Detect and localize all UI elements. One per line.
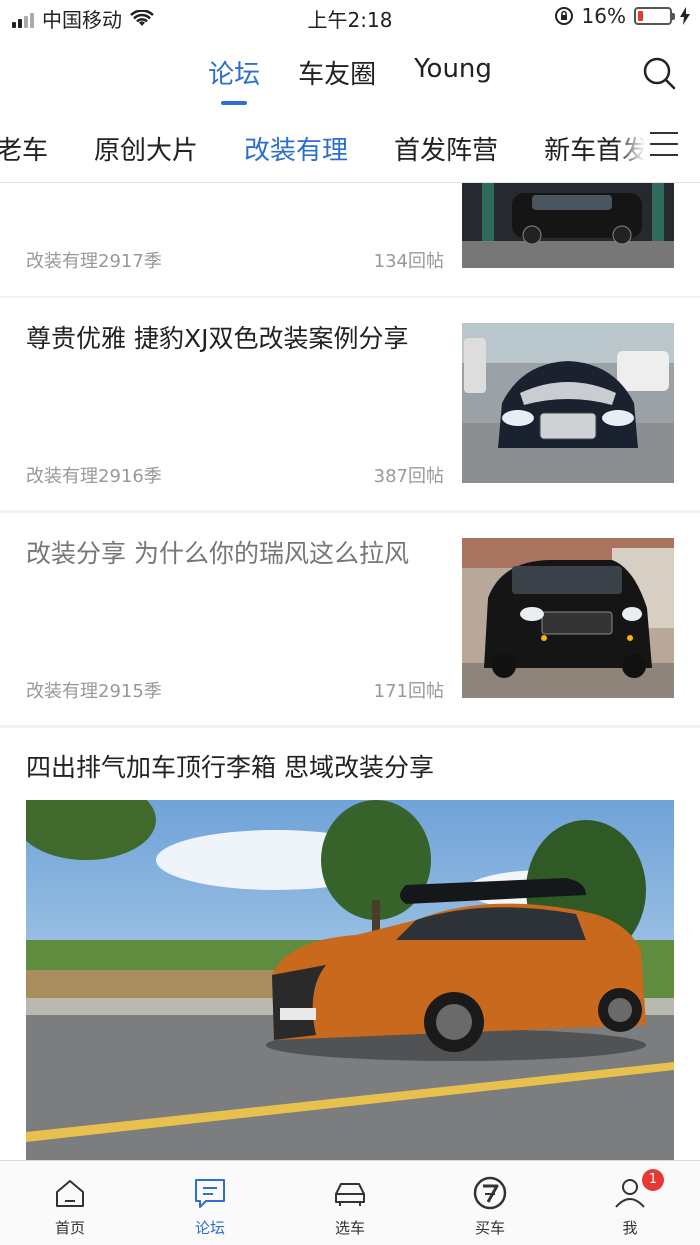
tab-home[interactable]: 首页 [0,1161,140,1245]
tab-car-select[interactable]: 选车 [280,1161,420,1245]
tab-label: 选车 [334,1219,365,1237]
tab-me[interactable]: 我 1 [560,1161,700,1245]
list-item[interactable]: 尊贵优雅 捷豹XJ双色改装案例分享 改装有理2916季 387回帖 [0,298,700,510]
post-title: 四出排气加车顶行李箱 思域改装分享 [26,753,434,782]
tab-label: 我 [622,1219,638,1237]
post-meta: 改装有理2917季 134回帖 [26,247,444,273]
notification-badge: 1 [642,1169,664,1191]
post-meta: 改装有理2916季 387回帖 [26,462,444,488]
tab-young[interactable]: Young [414,54,492,91]
status-bar: 中国移动 上午2:18 16% [0,0,700,36]
top-tabs: 论坛 车友圈 Young [0,54,700,91]
tab-label: 论坛 [194,1219,225,1237]
list-item[interactable]: 改装分享 为什么你的瑞风这么拉风 改装有理2915季 171回帖 [0,513,700,725]
tab-forum[interactable]: 论坛 [208,54,260,91]
battery-percent: 16% [581,4,626,28]
category-list: 好老车 原创大片 改装有理 首发阵营 新车首发 [0,130,648,167]
post-thumbnail [462,538,674,698]
tab-forum-bottom[interactable]: 论坛 [140,1161,280,1245]
home-icon [56,1180,84,1207]
tab-car-friends[interactable]: 车友圈 [298,54,376,91]
post-column: 改装有理2916季 [26,466,162,487]
post-image [26,800,674,1160]
post-replies: 171回帖 [373,681,444,702]
battery-icon [634,7,675,25]
carrier-name: 中国移动 [42,8,122,32]
post-title: 尊贵优雅 捷豹XJ双色改装案例分享 [26,324,409,353]
post-thumbnail [462,323,674,483]
bottom-tab-bar: 首页 论坛 选车 买车 我 1 [0,1160,700,1245]
category-original-films[interactable]: 原创大片 [94,130,198,167]
buy-car-icon [473,1176,507,1210]
post-meta: 改装有理2915季 171回帖 [26,677,444,703]
post-replies: 387回帖 [373,466,444,487]
tab-label: 首页 [54,1219,85,1237]
charging-icon [680,7,690,25]
post-title: 改装分享 为什么你的瑞风这么拉风 [26,539,409,568]
status-right: 16% [554,4,690,28]
tab-buy-car[interactable]: 买车 [420,1161,560,1245]
search-icon[interactable] [642,56,676,90]
wifi-icon [130,9,154,26]
signal-icon [12,10,34,28]
category-modification[interactable]: 改装有理 [244,130,348,167]
car-select-icon [335,1183,365,1206]
post-column: 改装有理2917季 [26,251,162,272]
forum-icon [195,1179,225,1208]
post-replies: 134回帖 [373,251,444,272]
tab-label: 买车 [474,1219,505,1237]
menu-icon[interactable] [650,132,678,158]
category-first-release[interactable]: 首发阵营 [394,130,498,167]
post-column: 改装有理2915季 [26,681,162,702]
list-item[interactable]: 改装有理2917季 134回帖 [0,183,700,296]
category-old-car[interactable]: 好老车 [0,130,48,167]
list-item[interactable]: 四出排气加车顶行李箱 思域改装分享 [0,728,700,1160]
category-bar: 好老车 原创大片 改装有理 首发阵营 新车首发 [0,110,700,183]
status-left: 中国移动 [12,4,154,33]
top-navigation: 论坛 车友圈 Young [0,36,700,110]
orientation-lock-icon [554,7,573,25]
post-thumbnail [462,183,674,268]
post-feed[interactable]: 改装有理2917季 134回帖 尊贵优雅 捷豹XJ双色改装案例分享 改装有理29… [0,183,700,1160]
